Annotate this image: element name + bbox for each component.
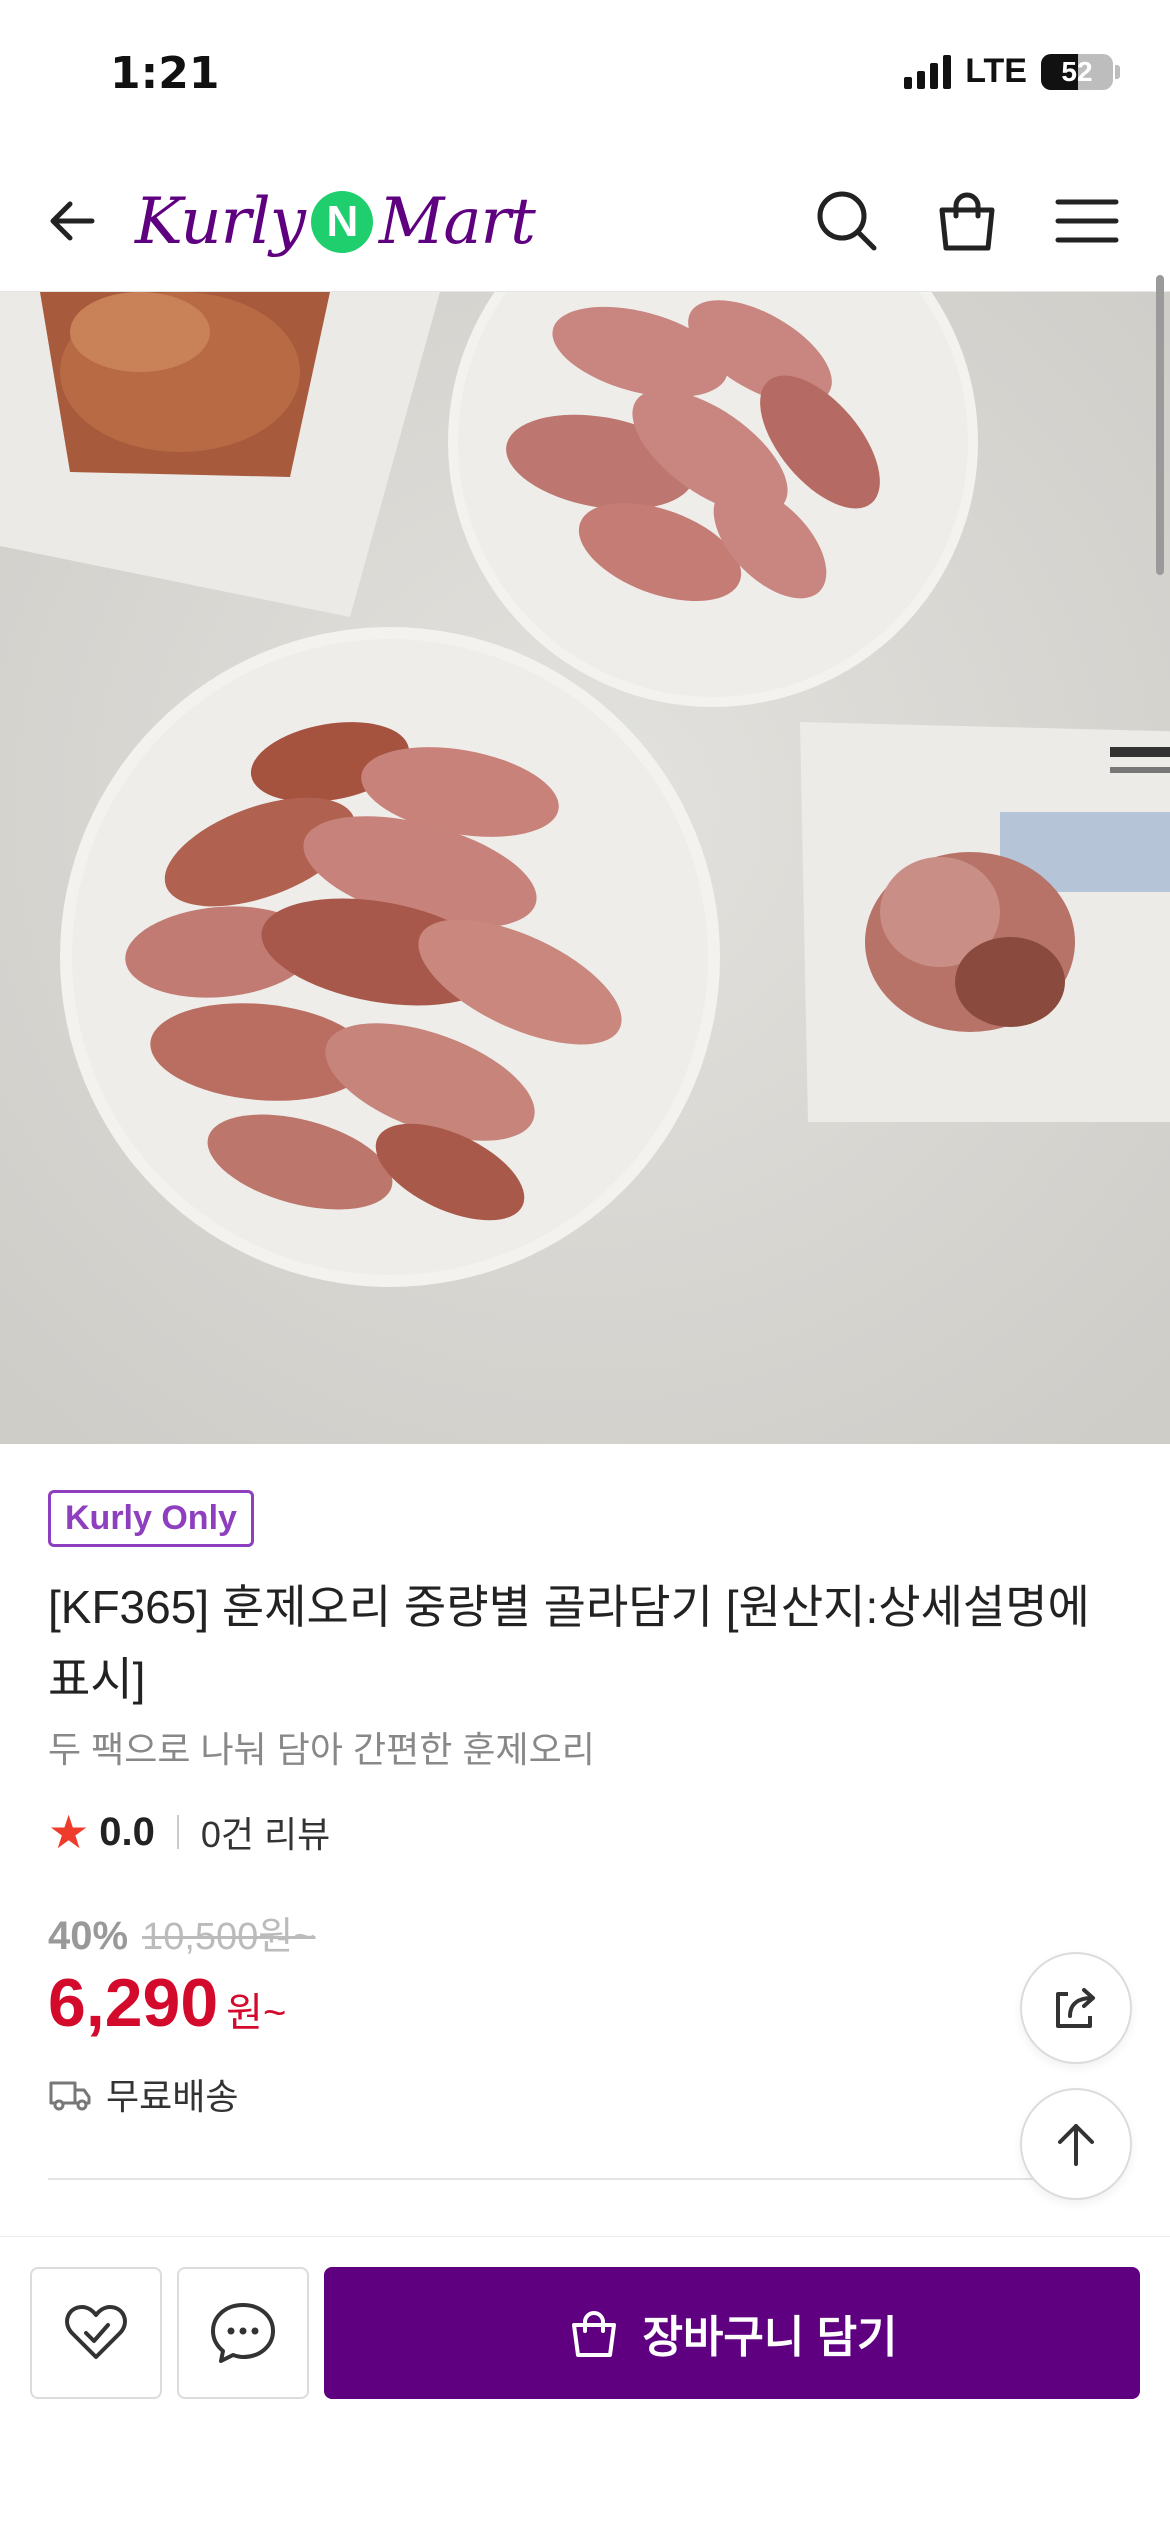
search-button[interactable] [808,182,886,260]
network-label: LTE [965,52,1027,90]
sale-price: 6,290 [48,1965,219,2041]
signal-icon [904,54,952,89]
price-row: 6,290 원~ [48,1964,1128,2042]
delivery-info: 무료배송 [48,2068,1128,2120]
product-image-carousel[interactable]: 1 / 2 [0,292,1170,1444]
product-subtitle: 두 팩으로 나눠 담아 간편한 훈제오리 [48,1729,595,1770]
search-icon [817,191,877,251]
add-to-cart-label: 장바구니 담기 [642,2313,898,2362]
back-arrow-icon [50,201,95,241]
status-indicators: LTE 52 [904,52,1120,91]
scroll-to-top-button[interactable] [1020,2088,1132,2200]
arrow-up-icon [1058,2124,1094,2166]
price-unit: 원~ [226,1991,287,2035]
product-info: Kurly Only [KF365] 훈제오리 중량별 골라담기 [원산지:상세… [48,1490,1128,2120]
heart-check-icon [65,2305,127,2359]
discount-row: 40% 10,500원~ [48,1905,1128,1960]
status-time: 1:21 [110,48,220,99]
battery-level: 52 [1061,55,1093,87]
cart-button[interactable] [928,182,1006,260]
section-divider [48,2178,1076,2180]
inquiry-button[interactable] [177,2267,309,2399]
share-icon [1056,1988,1095,2028]
bottom-action-bar: 장바구니 담기 [0,2236,1170,2532]
menu-button[interactable] [1048,182,1126,260]
app-header: Kurly N Mart [0,150,1170,292]
truck-icon [49,2081,91,2111]
share-button[interactable] [1020,1952,1132,2064]
cart-bag-icon [939,192,995,251]
product-title: [KF365] 훈제오리 중량별 골라담기 [원산지:상세설명에 표시] [48,1581,1090,1705]
rating-divider [176,1815,179,1849]
kurly-only-badge: Kurly Only [48,1490,254,1547]
page-scrollbar[interactable] [1156,275,1164,575]
discount-rate: 40% [48,1914,129,1958]
rating-score: 0.0 [99,1809,155,1854]
original-price: 10,500원~ [142,1916,316,1958]
battery-icon: 52 [1041,53,1120,90]
cart-bag-icon [572,2311,617,2357]
wishlist-button[interactable] [30,2267,162,2399]
status-bar: 1:21 LTE 52 [0,0,1170,150]
chat-bubble-icon [211,2303,275,2363]
kurly-n-mart-logo[interactable]: Kurly N Mart [135,172,536,272]
delivery-label: 무료배송 [106,2076,239,2117]
back-button[interactable] [40,186,110,256]
rating-row[interactable]: ★ 0.0 0건 리뷰 [48,1805,1128,1859]
logo-text-mart: Mart [378,185,536,259]
logo-n-mark: N [310,191,373,253]
product-photo [0,292,1170,1444]
review-count: 0건 리뷰 [200,1814,331,1855]
star-icon: ★ [48,1806,90,1858]
add-to-cart-button[interactable]: 장바구니 담기 [324,2267,1140,2399]
logo-text-kurly: Kurly [135,185,306,259]
menu-icon [1055,199,1119,243]
